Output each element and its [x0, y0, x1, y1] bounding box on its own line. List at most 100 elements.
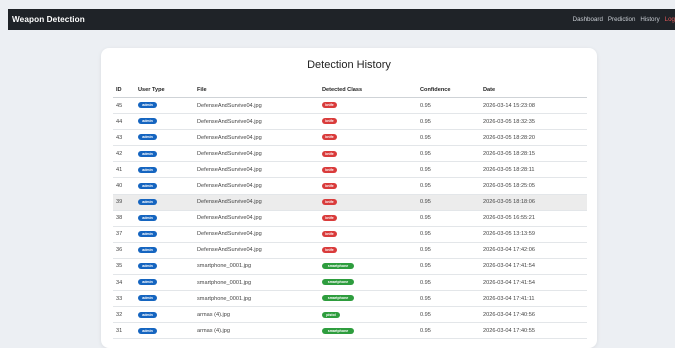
file-cell: smartphone_0001.jpg: [194, 274, 319, 292]
date-cell: 2026-03-05 16:55:21: [480, 210, 587, 227]
nav-links: Dashboard Prediction History Log: [573, 9, 675, 30]
id-cell: 31: [113, 322, 135, 340]
user-type-cell: admin: [135, 274, 194, 292]
date-cell: 2026-03-04 17:41:54: [480, 258, 587, 276]
id-cell: 38: [113, 210, 135, 227]
history-card: Detection History ID User Type File Dete…: [101, 48, 597, 348]
user-type-badge: admin: [138, 231, 157, 238]
table-header-row: ID User Type File Detected Class Confide…: [113, 82, 587, 98]
file-cell: DefenseAndSurvive04.jpg: [194, 161, 319, 179]
detected-class-cell: knife: [319, 129, 417, 147]
detected-class-cell: knife: [319, 226, 417, 243]
id-cell: 32: [113, 306, 135, 324]
column-header-user-type: User Type: [135, 82, 194, 98]
date-cell: 2026-03-05 18:18:06: [480, 194, 587, 211]
user-type-badge: admin: [138, 118, 157, 125]
column-header-id: ID: [113, 82, 135, 98]
user-type-badge: admin: [138, 166, 157, 173]
nav-link-prediction[interactable]: Prediction: [608, 16, 636, 23]
confidence-cell: 0.95: [417, 322, 480, 340]
navbar: Weapon Detection Dashboard Prediction Hi…: [8, 9, 675, 30]
user-type-cell: admin: [135, 177, 194, 195]
date-cell: 2026-03-05 13:13:59: [480, 226, 587, 243]
history-table: ID User Type File Detected Class Confide…: [113, 82, 587, 340]
page-title: Detection History: [307, 59, 391, 71]
table-row: 43 admin DefenseAndSurvive04.jpg knife 0.95 2…: [113, 129, 587, 147]
user-type-badge: admin: [138, 102, 157, 109]
detected-class-cell: knife: [319, 177, 417, 195]
date-cell: 2026-03-04 17:40:55: [480, 322, 587, 340]
nav-link-logout[interactable]: Log: [665, 16, 675, 23]
confidence-cell: 0.95: [417, 113, 480, 131]
date-cell: 2026-03-05 18:32:35: [480, 113, 587, 131]
detected-class-badge: smartphone: [322, 327, 354, 334]
confidence-cell: 0.95: [417, 97, 480, 115]
date-cell: 2026-03-04 17:42:06: [480, 242, 587, 259]
user-type-badge: admin: [138, 327, 157, 334]
detected-class-badge: knife: [322, 247, 337, 254]
date-cell: 2026-03-04 17:41:11: [480, 290, 587, 308]
user-type-badge: admin: [138, 150, 157, 157]
detected-class-cell: smartphone: [319, 322, 417, 340]
user-type-badge: admin: [138, 247, 157, 254]
detected-class-badge: smartphone: [322, 263, 354, 270]
id-cell: 35: [113, 258, 135, 276]
confidence-cell: 0.95: [417, 226, 480, 243]
table-row: 45 admin DefenseAndSurvive04.jpg knife 0.95 2…: [113, 97, 587, 115]
file-cell: DefenseAndSurvive04.jpg: [194, 242, 319, 259]
id-cell: 34: [113, 274, 135, 292]
user-type-cell: admin: [135, 290, 194, 308]
date-cell: 2026-03-05 18:25:05: [480, 177, 587, 195]
file-cell: armas (4).jpg: [194, 322, 319, 340]
table-body: 45 admin DefenseAndSurvive04.jpg knife 0.95 2…: [113, 97, 587, 340]
detected-class-cell: knife: [319, 194, 417, 211]
detected-class-cell: pistol: [319, 306, 417, 324]
detected-class-badge: smartphone: [322, 295, 354, 302]
confidence-cell: 0.95: [417, 145, 480, 163]
id-cell: 37: [113, 226, 135, 243]
nav-link-dashboard[interactable]: Dashboard: [573, 16, 603, 23]
file-cell: DefenseAndSurvive04.jpg: [194, 129, 319, 147]
user-type-cell: admin: [135, 210, 194, 227]
detected-class-badge: knife: [322, 214, 337, 221]
confidence-cell: 0.95: [417, 129, 480, 147]
date-cell: 2026-03-05 18:28:20: [480, 129, 587, 147]
detected-class-cell: smartphone: [319, 290, 417, 308]
date-cell: 2026-03-05 18:28:11: [480, 161, 587, 179]
detected-class-badge: knife: [322, 102, 337, 109]
id-cell: 43: [113, 129, 135, 147]
user-type-badge: admin: [138, 182, 157, 189]
detected-class-badge: smartphone: [322, 279, 354, 286]
user-type-badge: admin: [138, 295, 157, 302]
table-row: 40 admin DefenseAndSurvive04.jpg knife 0.95 2…: [113, 177, 587, 195]
column-header-detected-class: Detected Class: [319, 82, 417, 98]
confidence-cell: 0.95: [417, 242, 480, 259]
user-type-cell: admin: [135, 145, 194, 163]
brand-title[interactable]: Weapon Detection: [12, 15, 85, 24]
detected-class-badge: knife: [322, 134, 337, 141]
detected-class-cell: knife: [319, 242, 417, 259]
file-cell: DefenseAndSurvive04.jpg: [194, 113, 319, 131]
file-cell: DefenseAndSurvive04.jpg: [194, 177, 319, 195]
file-cell: armas (4).jpg: [194, 306, 319, 324]
confidence-cell: 0.95: [417, 258, 480, 276]
detected-class-cell: smartphone: [319, 258, 417, 276]
date-cell: 2026-03-04 17:40:56: [480, 306, 587, 324]
detected-class-badge: knife: [322, 231, 337, 238]
user-type-cell: admin: [135, 226, 194, 243]
nav-link-history[interactable]: History: [640, 16, 659, 23]
user-type-cell: admin: [135, 258, 194, 276]
file-cell: DefenseAndSurvive04.jpg: [194, 226, 319, 243]
id-cell: 42: [113, 145, 135, 163]
column-header-date: Date: [480, 82, 587, 98]
table-row: 37 admin DefenseAndSurvive04.jpg knife 0.95 2…: [113, 226, 587, 243]
user-type-badge: admin: [138, 311, 157, 318]
user-type-badge: admin: [138, 279, 157, 286]
detected-class-badge: knife: [322, 182, 337, 189]
id-cell: 39: [113, 194, 135, 211]
user-type-cell: admin: [135, 161, 194, 179]
detected-class-cell: knife: [319, 145, 417, 163]
table-row: 36 admin DefenseAndSurvive04.jpg knife 0.95 2…: [113, 242, 587, 259]
user-type-cell: admin: [135, 242, 194, 259]
confidence-cell: 0.95: [417, 210, 480, 227]
